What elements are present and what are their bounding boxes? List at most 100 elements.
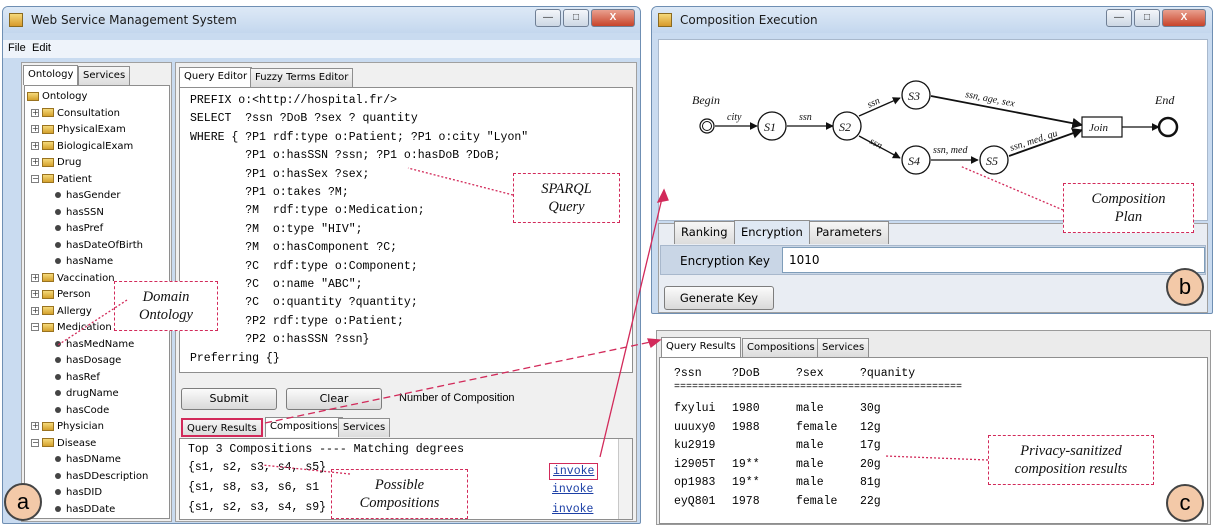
tree-label: hasDDescription [66, 470, 149, 482]
tree-label: hasDID [66, 487, 103, 498]
tab-services-a[interactable]: Services [338, 418, 391, 437]
app-icon [9, 13, 23, 27]
edge-label-city: city [727, 112, 742, 123]
tree-leaf[interactable]: hasRef [55, 370, 100, 386]
result-cell: eyQ801 [674, 495, 716, 508]
property-icon [55, 357, 61, 363]
result-cell: male [796, 476, 824, 490]
callout-line: Composition [1091, 191, 1166, 207]
minimize-button[interactable]: — [1106, 9, 1132, 27]
expand-icon[interactable]: + [31, 108, 39, 117]
tree-leaf[interactable]: hasPref [55, 221, 103, 237]
result-cell: 17g [860, 439, 881, 453]
expand-icon[interactable]: + [31, 306, 39, 315]
result-cell: ku2919 [674, 439, 716, 453]
tab-compositions-c[interactable]: Compositions [742, 338, 820, 357]
tab-ranking[interactable]: Ranking [674, 221, 735, 244]
tab-services-c[interactable]: Services [817, 338, 870, 357]
invoke-link[interactable]: invoke [552, 503, 593, 516]
tree-folder[interactable]: + Consultation [31, 106, 120, 122]
maximize-button[interactable]: □ [563, 9, 589, 27]
menu-file[interactable]: File [8, 42, 26, 54]
expand-icon[interactable]: + [31, 141, 39, 150]
collapse-icon[interactable]: − [31, 438, 39, 447]
tab-encryption[interactable]: Encryption [734, 220, 810, 244]
expand-icon[interactable]: + [31, 125, 39, 133]
folder-icon [42, 141, 54, 150]
close-button[interactable]: X [1162, 9, 1206, 27]
tree-leaf[interactable]: drugName [55, 386, 119, 402]
tree-folder[interactable]: − Disease [31, 436, 96, 452]
composition-plan-callout: Composition Plan [1063, 183, 1194, 233]
maximize-button[interactable]: □ [1134, 9, 1160, 27]
tree-leaf[interactable]: hasSSN [55, 205, 104, 221]
tree-leaf[interactable]: hasDDate [55, 502, 115, 518]
submit-button[interactable]: Submit [181, 388, 277, 410]
query-line: Preferring {} [190, 351, 280, 365]
label-s4: S4 [908, 154, 920, 168]
clear-button[interactable]: Clear [286, 388, 382, 410]
tab-parameters[interactable]: Parameters [809, 221, 889, 244]
query-editor[interactable]: PREFIX o:<http://hospital.fr/> SELECT ?ss… [179, 87, 633, 373]
expand-icon[interactable]: + [31, 422, 39, 430]
tree-leaf[interactable]: hasDateOfBirth [55, 238, 143, 254]
tree-folder[interactable]: + PhysicalExam [31, 122, 126, 138]
query-line: ?P2 o:hasSSN ?ssn} [190, 333, 370, 347]
folder-icon [27, 91, 39, 101]
tree-folder[interactable]: Ontology [27, 89, 87, 105]
tab-query-results-c[interactable]: Query Results [661, 337, 741, 357]
tab-services[interactable]: Services [78, 66, 131, 85]
expand-icon[interactable]: + [31, 273, 39, 282]
query-line: ?C rdf:type o:Component; [190, 259, 418, 273]
tab-ontology[interactable]: Ontology [23, 65, 79, 85]
tree-leaf[interactable]: hasMedName [55, 337, 134, 353]
tree-leaf[interactable]: hasGender [55, 188, 121, 204]
composition-execution-window: Composition Execution — □ X Begin End Jo… [651, 6, 1213, 314]
query-line: WHERE { ?P1 rdf:type o:Patient; ?P1 o:ci… [190, 130, 529, 144]
tree-folder[interactable]: − Medication [31, 320, 112, 336]
tree-folder[interactable]: − Patient [31, 172, 92, 188]
tree-folder[interactable]: + BiologicalExam [31, 139, 133, 155]
tree-folder[interactable]: + Vaccination [31, 271, 115, 287]
tree-folder[interactable]: + Drug [31, 155, 82, 171]
tab-fuzzy-terms-editor[interactable]: Fuzzy Terms Editor [250, 68, 354, 87]
tree-leaf[interactable]: hasDID [55, 485, 102, 501]
generate-key-button[interactable]: Generate Key [664, 286, 774, 310]
composition-row: {s1, s2, s3, s4, s5} [188, 461, 326, 474]
callout-line: Ontology [139, 307, 193, 323]
collapse-icon[interactable]: − [31, 323, 39, 331]
query-line: ?P1 o:hasSSN ?ssn; ?P1 o:hasDoB ?DoB; [190, 149, 501, 163]
tree-folder[interactable]: + Allergy [31, 304, 92, 320]
expand-icon[interactable]: + [31, 158, 39, 166]
tab-query-results-a[interactable]: Query Results [181, 418, 263, 437]
expand-icon[interactable]: + [31, 290, 39, 298]
result-cell: fxylui [674, 402, 716, 415]
minimize-button[interactable]: — [535, 9, 561, 27]
invoke-link[interactable]: invoke [552, 483, 593, 496]
wsms-titlebar[interactable]: Web Service Management System — □ X [3, 7, 640, 33]
folder-icon [42, 421, 54, 431]
encryption-key-input[interactable]: 1010 [782, 247, 1205, 273]
tree-leaf[interactable]: hasName [55, 254, 113, 270]
tree-leaf[interactable]: hasDDescription [55, 469, 148, 485]
tree-leaf[interactable]: hasDosage [55, 353, 121, 369]
tab-compositions-a[interactable]: Compositions [265, 417, 343, 437]
callout-line: Possible [374, 477, 425, 493]
tab-query-editor[interactable]: Query Editor [179, 67, 253, 87]
tree-leaf[interactable]: hasCode [55, 403, 109, 419]
result-cell: 1988 [732, 420, 760, 434]
exec-titlebar[interactable]: Composition Execution — □ X [652, 7, 1212, 33]
close-button[interactable]: X [591, 9, 635, 27]
callout-line: Plan [1114, 209, 1143, 225]
label-end: End [1154, 93, 1175, 107]
composition-text: {s1, s8, s3, s6, s1 [188, 481, 320, 494]
tree-folder[interactable]: + Person [31, 287, 91, 303]
menu-edit[interactable]: Edit [32, 42, 51, 54]
query-line: ?C o:quantity ?quantity; [190, 296, 418, 310]
invoke-link[interactable]: invoke [549, 463, 599, 480]
collapse-icon[interactable]: − [31, 174, 39, 183]
domain-ontology-callout: Domain Ontology [114, 281, 218, 331]
tree-folder[interactable]: + Physician [31, 419, 104, 435]
scrollbar[interactable] [618, 439, 632, 519]
tree-leaf[interactable]: hasDName [55, 452, 121, 468]
